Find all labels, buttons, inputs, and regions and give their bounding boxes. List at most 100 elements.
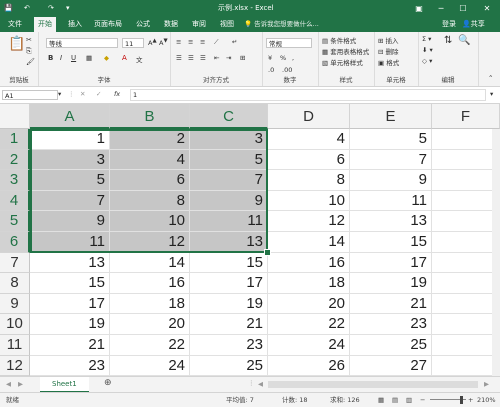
cell-b6[interactable]: 12	[110, 232, 190, 253]
align-left-icon[interactable]: ☰	[176, 54, 182, 62]
cell-c2[interactable]: 5	[190, 149, 268, 171]
cell-d1[interactable]: 4	[268, 129, 350, 150]
cell-c11[interactable]: 23	[190, 335, 268, 356]
cell-a5[interactable]: 9	[30, 211, 110, 232]
decrease-decimal-icon[interactable]: .00	[282, 66, 292, 74]
cell-b2[interactable]: 4	[110, 149, 190, 171]
cell-d7[interactable]: 16	[268, 252, 350, 274]
zoom-out-icon[interactable]: −	[420, 393, 425, 407]
horizontal-scrollbar[interactable]	[268, 381, 478, 388]
cell-b4[interactable]: 8	[110, 190, 190, 212]
row-header-6[interactable]: 6	[0, 232, 30, 253]
cell-e5[interactable]: 13	[350, 211, 432, 232]
paste-icon[interactable]: 📋	[8, 36, 25, 52]
fill-icon[interactable]: ⬇ ▾	[422, 46, 433, 54]
tab-file[interactable]: 文件	[8, 17, 22, 32]
tab-view[interactable]: 视图	[220, 17, 234, 32]
close-button[interactable]: ✕	[476, 0, 498, 17]
italic-icon[interactable]: I	[60, 54, 62, 62]
cell-b8[interactable]: 16	[110, 273, 190, 294]
cell-f1[interactable]	[432, 129, 500, 150]
orientation-icon[interactable]: ⟋	[214, 38, 219, 47]
cell-f3[interactable]	[432, 170, 500, 191]
ribbon-display-icon[interactable]: ▣	[408, 0, 430, 17]
copy-icon[interactable]: ⎘	[26, 47, 32, 56]
cell-d9[interactable]: 20	[268, 293, 350, 315]
tab-review[interactable]: 审阅	[192, 17, 206, 32]
currency-icon[interactable]: ¥	[268, 54, 272, 62]
align-right-icon[interactable]: ☰	[200, 54, 206, 62]
cell-d3[interactable]: 8	[268, 170, 350, 191]
align-top-icon[interactable]: ≡	[176, 38, 181, 46]
scroll-right-icon[interactable]: ▶	[484, 380, 489, 388]
cell-d10[interactable]: 22	[268, 314, 350, 335]
autosum-icon[interactable]: Σ ▾	[422, 35, 431, 43]
maximize-button[interactable]: ☐	[452, 0, 474, 17]
cell-c12[interactable]: 25	[190, 355, 268, 377]
cell-b3[interactable]: 6	[110, 170, 190, 191]
cell-e1[interactable]: 5	[350, 129, 432, 150]
cell-a4[interactable]: 7	[30, 190, 110, 212]
increase-indent-icon[interactable]: ⇥	[226, 54, 231, 62]
cell-e2[interactable]: 7	[350, 149, 432, 171]
cell-a7[interactable]: 13	[30, 252, 110, 274]
increase-decimal-icon[interactable]: .0	[268, 66, 274, 74]
next-sheet-icon[interactable]: ▶	[18, 380, 23, 388]
align-middle-icon[interactable]: ≡	[188, 38, 193, 46]
number-format-select[interactable]: 常规	[266, 38, 312, 48]
cell-e3[interactable]: 9	[350, 170, 432, 191]
column-header-a[interactable]: A	[30, 104, 110, 129]
cell-f10[interactable]	[432, 314, 500, 335]
align-bottom-icon[interactable]: ≡	[200, 38, 205, 46]
wrap-text-icon[interactable]: ↵	[232, 38, 237, 46]
row-header-8[interactable]: 8	[0, 273, 30, 294]
expand-formula-bar-icon[interactable]: ▾	[490, 90, 493, 98]
cell-e10[interactable]: 23	[350, 314, 432, 335]
cell-f11[interactable]	[432, 335, 500, 356]
cell-c5[interactable]: 11	[190, 211, 268, 232]
row-header-9[interactable]: 9	[0, 293, 30, 315]
cancel-icon[interactable]: ✕	[80, 90, 85, 98]
column-header-c[interactable]: C	[190, 104, 268, 129]
cell-d11[interactable]: 24	[268, 335, 350, 356]
login-link[interactable]: 登录	[442, 17, 456, 32]
cell-e12[interactable]: 27	[350, 355, 432, 377]
cell-d5[interactable]: 12	[268, 211, 350, 232]
save-icon[interactable]: 💾	[4, 0, 13, 17]
format-painter-icon[interactable]: 🖌	[26, 58, 35, 66]
conditional-format-button[interactable]: ▤ 条件格式	[322, 35, 356, 45]
new-sheet-button[interactable]: ⊕	[104, 378, 112, 388]
row-header-7[interactable]: 7	[0, 252, 30, 274]
cell-e8[interactable]: 19	[350, 273, 432, 294]
select-all-corner[interactable]	[0, 104, 30, 129]
sort-filter-icon[interactable]: ⇅	[444, 35, 452, 46]
tab-data[interactable]: 数据	[164, 17, 178, 32]
row-header-4[interactable]: 4	[0, 190, 30, 212]
cell-f9[interactable]	[432, 293, 500, 315]
cell-b10[interactable]: 20	[110, 314, 190, 335]
enter-icon[interactable]: ✓	[96, 90, 101, 98]
find-select-icon[interactable]: 🔍	[458, 35, 470, 46]
sheet-tab-sheet1[interactable]: Sheet1	[40, 377, 89, 393]
cell-b7[interactable]: 14	[110, 252, 190, 274]
format-cells-button[interactable]: ▣ 格式	[378, 57, 399, 67]
row-header-2[interactable]: 2	[0, 149, 30, 171]
cell-f12[interactable]	[432, 355, 500, 377]
zoom-in-icon[interactable]: +	[468, 393, 473, 407]
cell-styles-button[interactable]: ▧ 单元格样式	[322, 57, 363, 67]
cell-f7[interactable]	[432, 252, 500, 274]
fill-color-icon[interactable]: ◆	[104, 54, 109, 62]
delete-cells-button[interactable]: ⊟ 删除	[378, 46, 399, 56]
underline-icon[interactable]: U	[71, 54, 76, 62]
decrease-indent-icon[interactable]: ⇤	[214, 54, 219, 62]
cell-c1[interactable]: 3	[190, 129, 268, 150]
quick-access-menu-icon[interactable]: ▾	[66, 0, 70, 17]
column-header-f[interactable]: F	[432, 104, 500, 129]
undo-icon[interactable]: ↶	[24, 0, 30, 17]
format-as-table-button[interactable]: ▦ 套用表格格式	[322, 46, 369, 56]
tab-formulas[interactable]: 公式	[136, 17, 150, 32]
font-name-select[interactable]: 等线	[46, 38, 118, 48]
tell-me-search[interactable]: 💡 告诉我您想要做什么...	[244, 17, 319, 32]
row-header-10[interactable]: 10	[0, 314, 30, 335]
row-header-5[interactable]: 5	[0, 211, 30, 232]
